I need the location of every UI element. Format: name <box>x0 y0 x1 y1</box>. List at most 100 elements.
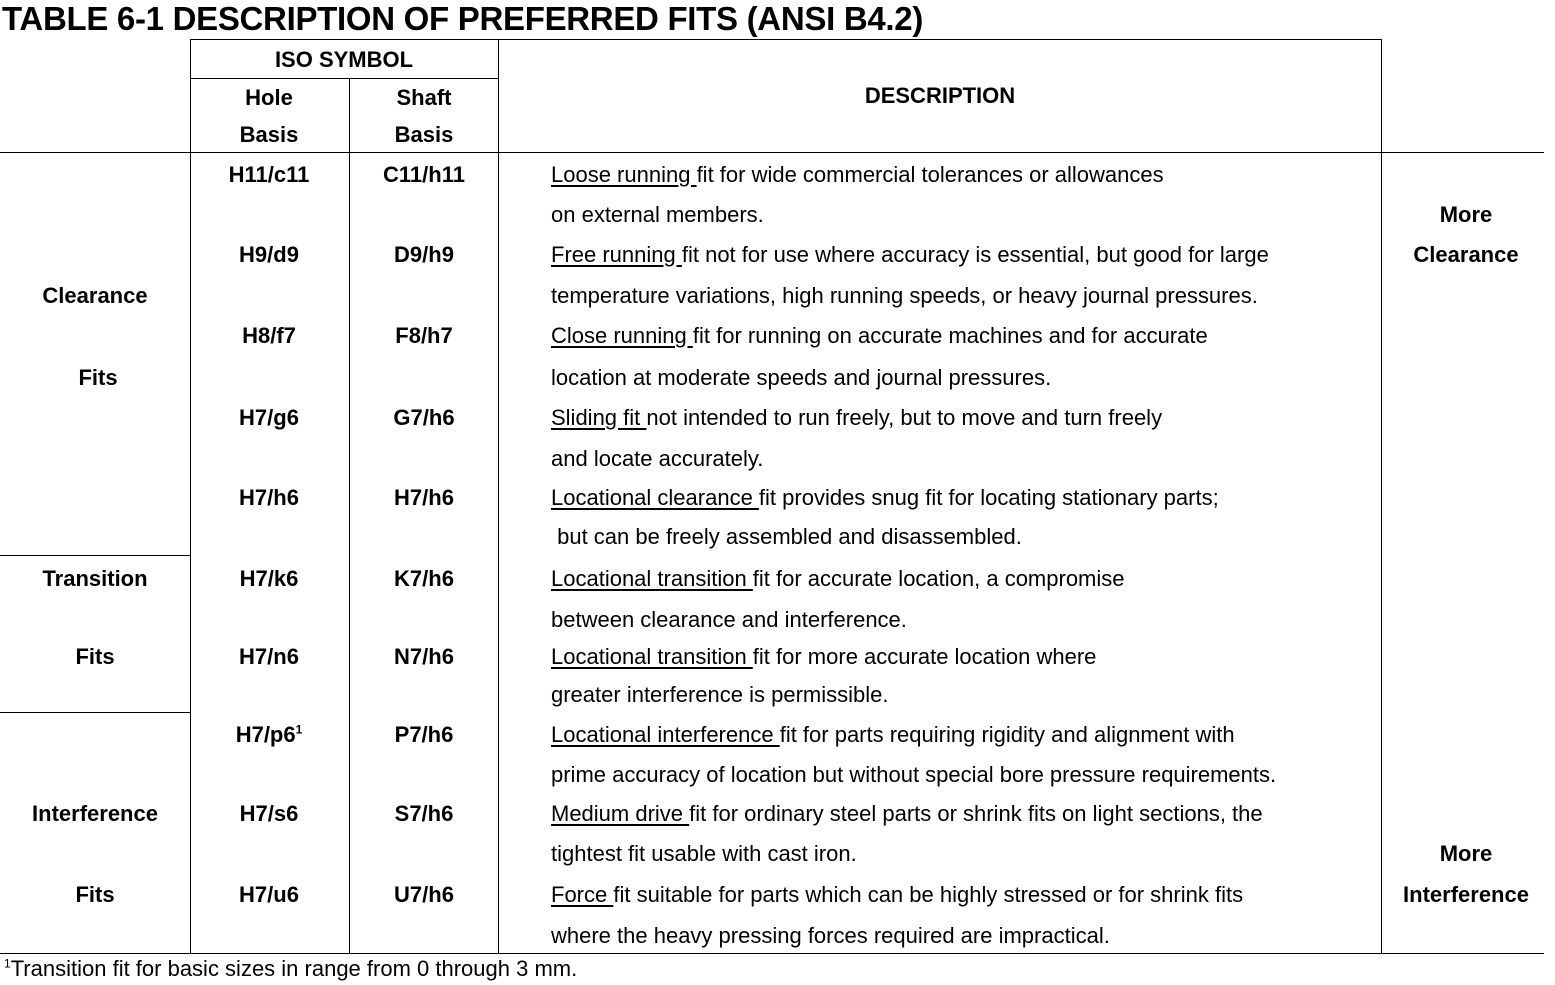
more-interference-label-line1: More <box>1439 841 1493 866</box>
table-bottom-rule <box>0 953 1544 954</box>
description-text: fit for ordinary steel parts or shrink f… <box>689 801 1263 826</box>
footnote-ref-mark: 1 <box>295 722 303 737</box>
description-line-1: Locational transition fit for more accur… <box>551 644 1096 670</box>
hole-basis-symbol-text: H7/p6 <box>235 722 296 747</box>
hole-basis-symbol-text: H7/g6 <box>239 405 299 430</box>
hole-basis-symbol-text: H7/k6 <box>239 566 299 591</box>
description-line-1: Force fit suitable for parts which can b… <box>551 882 1243 908</box>
description-line-2: tightest fit usable with cast iron. <box>551 841 857 866</box>
shaft-description-divider <box>498 39 499 954</box>
description-line-1: Free running fit not for use where accur… <box>551 242 1269 268</box>
hole-basis-symbol: H7/u6 <box>239 882 299 908</box>
description-text: not intended to run freely, but to move … <box>646 405 1163 430</box>
interference-group-label-line1: Interference <box>32 801 158 826</box>
hole-basis-symbol-text: H7/u6 <box>239 882 299 907</box>
description-line-1: Locational interference fit for parts re… <box>551 722 1235 748</box>
description-line-2: and locate accurately. <box>551 446 764 471</box>
shaft-basis-symbol: D9/h9 <box>394 242 454 267</box>
footnote-text: Transition fit for basic sizes in range … <box>10 956 578 981</box>
iso-symbol-rule <box>190 78 499 79</box>
hole-shaft-divider <box>349 78 350 954</box>
description-text: fit suitable for parts which can be high… <box>613 882 1244 907</box>
description-text: fit for wide commercial tolerances or al… <box>696 162 1164 187</box>
shaft-basis-symbol: F8/h7 <box>395 323 453 348</box>
fit-name-term: Medium drive <box>551 801 690 826</box>
hole-basis-symbol: H7/s6 <box>240 801 299 827</box>
description-line-2: greater interference is permissible. <box>551 682 889 707</box>
description-text: fit not for use where accuracy is essent… <box>681 242 1269 267</box>
fit-name-term: Locational transition <box>551 644 753 669</box>
description-text: fit for running on accurate machines and… <box>692 323 1208 348</box>
footnote-mark: 1 <box>4 956 11 971</box>
description-line-2: on external members. <box>551 202 764 227</box>
description-line-1: Close running fit for running on accurat… <box>551 323 1208 349</box>
hole-basis-symbol-text: H11/c11 <box>228 162 310 187</box>
iso-symbol-header: ISO SYMBOL <box>274 47 414 72</box>
shaft-basis-symbol: K7/h6 <box>394 566 454 591</box>
group-column-divider <box>190 39 191 954</box>
transition-group-label-line2: Fits <box>75 644 115 669</box>
header-top-rule <box>190 39 1382 40</box>
description-line-1: Sliding fit not intended to run freely, … <box>551 405 1162 431</box>
fit-name-term: Sliding fit <box>551 405 647 430</box>
interference-group-label-line2: Fits <box>75 882 115 907</box>
table-title: TABLE 6-1 DESCRIPTION OF PREFERRED FITS … <box>2 0 924 37</box>
description-line-1: Locational clearance fit provides snug f… <box>551 485 1219 511</box>
description-text: fit for parts requiring rigidity and ali… <box>779 722 1235 747</box>
description-line-2: prime accuracy of location but without s… <box>551 762 1277 787</box>
hole-basis-header-line1: Hole <box>245 85 293 110</box>
description-line-2: location at moderate speeds and journal … <box>551 365 1052 390</box>
shaft-basis-header-line2: Basis <box>394 122 454 147</box>
shaft-basis-symbol: H7/h6 <box>394 485 454 510</box>
hole-basis-symbol-text: H7/s6 <box>239 801 299 826</box>
hole-basis-symbol: H7/g6 <box>239 405 299 431</box>
hole-basis-symbol: H7/k6 <box>240 566 299 592</box>
hole-basis-symbol: H11/c11 <box>229 162 310 188</box>
description-text: fit provides snug fit for locating stati… <box>758 485 1219 510</box>
fit-name-term: Locational interference <box>551 722 780 747</box>
description-line-1: Loose running fit for wide commercial to… <box>551 162 1164 188</box>
fit-name-term: Locational transition <box>551 566 753 591</box>
transition-group-label-line1: Transition <box>42 566 148 591</box>
hole-basis-symbol: H8/f7 <box>242 323 296 349</box>
footnote: 1Transition fit for basic sizes in range… <box>4 956 577 982</box>
hole-basis-symbol-text: H9/d9 <box>239 242 299 267</box>
more-clearance-label-line2: Clearance <box>1413 242 1519 267</box>
hole-basis-symbol-text: H7/h6 <box>239 485 299 510</box>
hole-basis-header-line2: Basis <box>239 122 299 147</box>
description-line-2: where the heavy pressing forces required… <box>551 923 1110 948</box>
hole-basis-symbol: H7/h6 <box>239 485 299 511</box>
description-line-2: temperature variations, high running spe… <box>551 283 1258 308</box>
hole-basis-symbol-text: H8/f7 <box>242 323 296 348</box>
hole-basis-symbol: H9/d9 <box>239 242 299 268</box>
more-clearance-label-line1: More <box>1439 202 1493 227</box>
description-text: fit for more accurate location where <box>752 644 1097 669</box>
description-line-2: but can be freely assembled and disassem… <box>551 524 1022 549</box>
shaft-basis-symbol: P7/h6 <box>394 722 454 747</box>
header-bottom-rule <box>0 152 1544 153</box>
fit-name-term: Force <box>551 882 614 907</box>
hole-basis-symbol-text: H7/n6 <box>239 644 299 669</box>
shaft-basis-symbol: C11/h11 <box>383 162 465 187</box>
shaft-basis-symbol: U7/h6 <box>394 882 454 907</box>
description-line-1: Locational transition fit for accurate l… <box>551 566 1125 592</box>
hole-basis-symbol: H7/p61 <box>236 722 303 748</box>
hole-basis-symbol: H7/n6 <box>239 644 299 670</box>
clearance-group-label-line1: Clearance <box>42 283 148 308</box>
fit-name-term: Loose running <box>551 162 697 187</box>
description-header: DESCRIPTION <box>864 83 1016 108</box>
fit-name-term: Free running <box>551 242 682 267</box>
shaft-basis-header-line1: Shaft <box>396 85 452 110</box>
fit-name-term: Locational clearance <box>551 485 759 510</box>
description-line-2: between clearance and interference. <box>551 607 907 632</box>
clearance-group-label-line2: Fits <box>78 365 118 390</box>
description-text: fit for accurate location, a compromise <box>752 566 1125 591</box>
fit-name-term: Close running <box>551 323 693 348</box>
transition-group-rule <box>0 712 190 713</box>
more-interference-label-line2: Interference <box>1403 882 1529 907</box>
shaft-basis-symbol: N7/h6 <box>394 644 454 669</box>
shaft-basis-symbol: S7/h6 <box>394 801 454 826</box>
description-side-divider <box>1381 39 1382 954</box>
shaft-basis-symbol: G7/h6 <box>393 405 455 430</box>
description-line-1: Medium drive fit for ordinary steel part… <box>551 801 1263 827</box>
